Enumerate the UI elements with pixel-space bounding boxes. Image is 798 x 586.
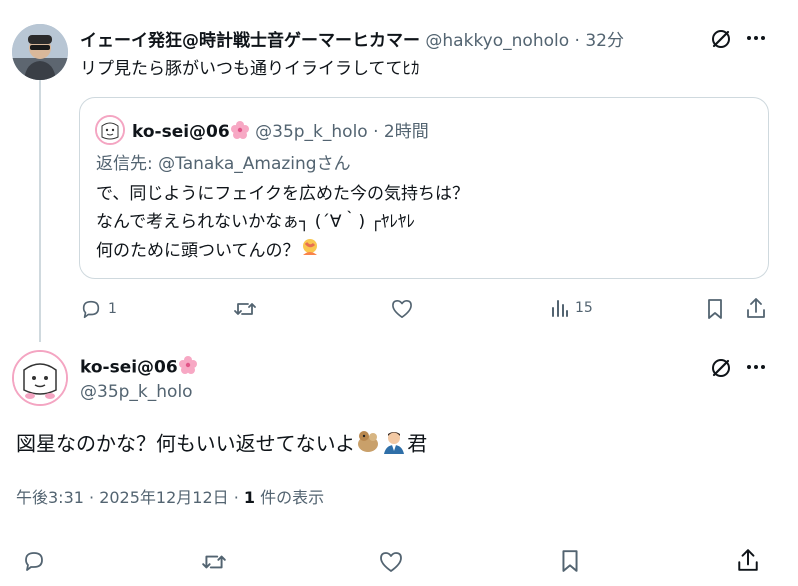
facepalm-emoji [300,237,320,265]
dog-emoji [355,428,381,462]
reply-icon [22,549,46,573]
reply-button[interactable]: 1 [80,298,117,320]
views-count: 1 [243,488,256,507]
dot-separator: · [373,122,379,142]
handle[interactable]: @hakkyo_noholo [425,31,569,51]
thread-connector-line [39,80,41,342]
quoted-timestamp: 2時間 [383,122,429,142]
views-button[interactable]: 15 [551,298,593,318]
quoted-text-line-2: なんで考えられないかなぁ┐ (´∀｀) ┌ﾔﾚﾔﾚ [96,212,415,232]
parent-tweet-header: イェーイ発狂@時計戦士音ゲーマーヒカマー @hakkyo_noholo · 32… [80,26,624,51]
views-count: 15 [575,300,593,316]
main-tweet-text-prefix: 図星なのかな？何もいい返せてないよ [16,431,356,456]
grok-icon[interactable] [709,27,733,51]
display-name[interactable]: ko-sei@06 [80,358,178,378]
share-button[interactable] [736,548,760,572]
quoted-avatar [95,115,125,145]
reply-button[interactable] [22,549,46,573]
reply-to-label: 返信先: @Tanaka_Amazingさん [96,154,351,174]
avatar-kosei[interactable] [12,350,68,406]
sakura-emoji [230,120,250,145]
main-tweet-text: 図星なのかな？何もいい返せてないよ 君 [16,428,427,462]
tweet-text: リプ見たら豚がいつも通りイライラしててﾋｶ [80,59,420,79]
share-button[interactable] [745,297,767,319]
retweet-icon [233,298,257,320]
main-tweet-text-suffix: 君 [407,431,428,456]
bookmark-icon [560,549,580,573]
quoted-text-line-3: 何のために頭ついてんの？ [96,237,320,265]
main-tweet-name-row: ko-sei@06 [80,355,198,380]
more-icon[interactable] [746,35,766,41]
timestamp[interactable]: 32分 [585,31,624,51]
bookmark-icon [706,298,724,320]
share-icon [736,548,760,572]
retweet-icon [201,550,227,574]
views-icon [551,298,569,318]
reply-count: 1 [108,301,117,317]
views-label: 件の表示 [255,488,325,507]
like-icon [379,551,403,573]
share-icon [745,297,767,319]
quoted-text-line-3-text: 何のために頭ついてんの？ [96,241,300,261]
dot-separator: · [574,31,580,51]
bookmark-button[interactable] [560,549,580,573]
quoted-text-line-1: で、同じようにフェイクを広めた今の気持ちは？ [96,184,469,204]
reply-icon [80,298,102,320]
like-button[interactable] [391,299,413,319]
quoted-handle: @35p_k_holo [255,122,368,142]
sakura-emoji [178,355,198,380]
tweet-timestamp[interactable]: 午後3:31 · 2025年12月12日 · [16,488,244,507]
quoted-tweet-header: ko-sei@06 @35p_k_holo · 2時間 [132,117,429,145]
tweet-meta: 午後3:31 · 2025年12月12日 · 1 件の表示 [16,484,324,508]
handle[interactable]: @35p_k_holo [80,382,193,402]
more-icon[interactable] [746,364,766,370]
like-icon [391,299,413,319]
like-button[interactable] [379,551,403,573]
display-name[interactable]: イェーイ発狂@時計戦士音ゲーマーヒカマー [80,31,420,51]
retweet-button[interactable] [201,550,227,574]
grok-icon[interactable] [709,356,733,380]
avatar-hakkyo[interactable] [12,24,68,80]
quoted-display-name: ko-sei@06 [132,122,230,142]
retweet-button[interactable] [233,298,257,320]
man-emoji [381,428,407,462]
bookmark-button[interactable] [706,298,724,320]
